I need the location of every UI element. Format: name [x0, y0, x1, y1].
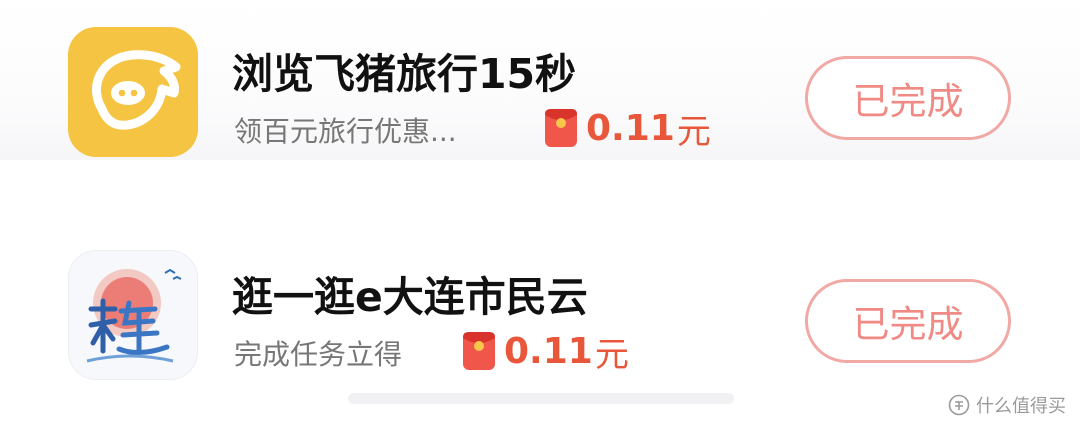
task-title: 逛一逛e大连市民云 [232, 273, 588, 321]
completed-button[interactable]: 已完成 [805, 56, 1011, 140]
watermark: 什么值得买 [948, 392, 1066, 418]
reward-unit: 元 [676, 111, 711, 152]
red-envelope-icon [545, 109, 577, 147]
task-row-fliggy: 浏览飞猪旅行15秒 领百元旅行优惠... 0.11 元 已完成 [0, 20, 1080, 170]
smzdm-logo-icon [948, 394, 970, 416]
task-title: 浏览飞猪旅行15秒 [232, 50, 577, 98]
task-row-dalian: 逛一逛e大连市民云 完成任务立得 0.11 元 已完成 [0, 243, 1080, 393]
reward-amount: 0.11 [504, 330, 593, 372]
reward-unit: 元 [594, 334, 629, 375]
task-subtitle: 领百元旅行优惠... [234, 115, 457, 148]
reward-amount: 0.11 [586, 107, 675, 149]
task-subtitle: 完成任务立得 [234, 338, 403, 371]
scroll-indicator[interactable] [348, 393, 734, 404]
watermark-text: 什么值得买 [976, 396, 1066, 417]
fliggy-logo-icon[interactable] [68, 27, 198, 157]
red-envelope-icon [463, 332, 495, 370]
dalian-app-icon[interactable] [68, 250, 198, 380]
reward: 0.11 元 [462, 327, 629, 375]
completed-button[interactable]: 已完成 [805, 279, 1011, 363]
reward: 0.11 元 [544, 104, 711, 152]
